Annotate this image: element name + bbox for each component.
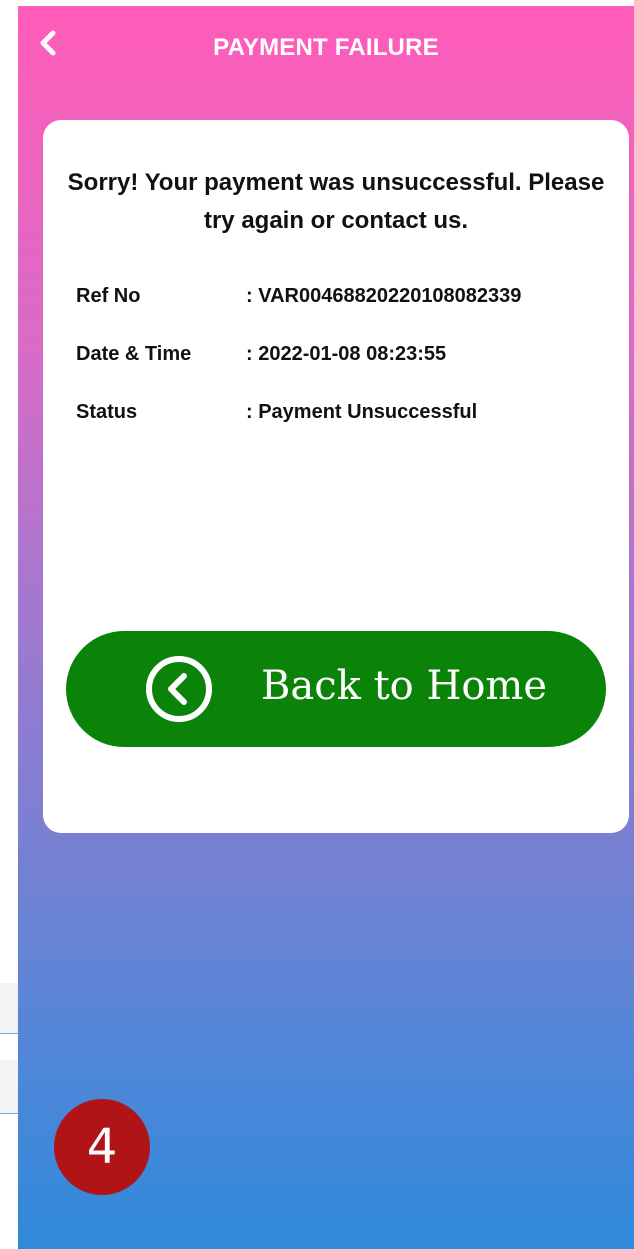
back-to-home-label: Back to Home: [261, 663, 548, 709]
detail-value: : Payment Unsuccessful: [246, 401, 478, 423]
back-to-home-button[interactable]: Back to Home: [66, 631, 606, 747]
left-edge-band: [0, 983, 18, 1033]
detail-label: Ref No: [76, 285, 141, 307]
payment-failure-screen: PAYMENT FAILURE Sorry! Your payment was …: [18, 6, 634, 1249]
failure-message: Sorry! Your payment was unsuccessful. Pl…: [67, 169, 605, 234]
left-edge-strip: [0, 0, 18, 1249]
page-title: PAYMENT FAILURE: [213, 34, 439, 61]
detail-row-status: Status : Payment Unsuccessful: [76, 401, 616, 431]
detail-label: Status: [76, 401, 138, 423]
detail-label: Date & Time: [76, 343, 192, 365]
left-edge-band: [0, 1060, 18, 1113]
left-edge-divider: [0, 1033, 18, 1034]
left-edge-divider: [0, 1113, 18, 1114]
header-bar: PAYMENT FAILURE: [18, 6, 634, 88]
payment-result-card: Sorry! Your payment was unsuccessful. Pl…: [43, 120, 629, 833]
detail-row-date-time: Date & Time : 2022-01-08 08:23:55: [76, 343, 616, 373]
detail-value: : VAR00468820220108082339: [246, 285, 522, 307]
circle-chevron-left-icon: [146, 656, 212, 722]
detail-value: : 2022-01-08 08:23:55: [246, 343, 447, 365]
step-number-badge: 4: [54, 1099, 150, 1195]
detail-row-ref-no: Ref No : VAR00468820220108082339: [76, 285, 616, 315]
